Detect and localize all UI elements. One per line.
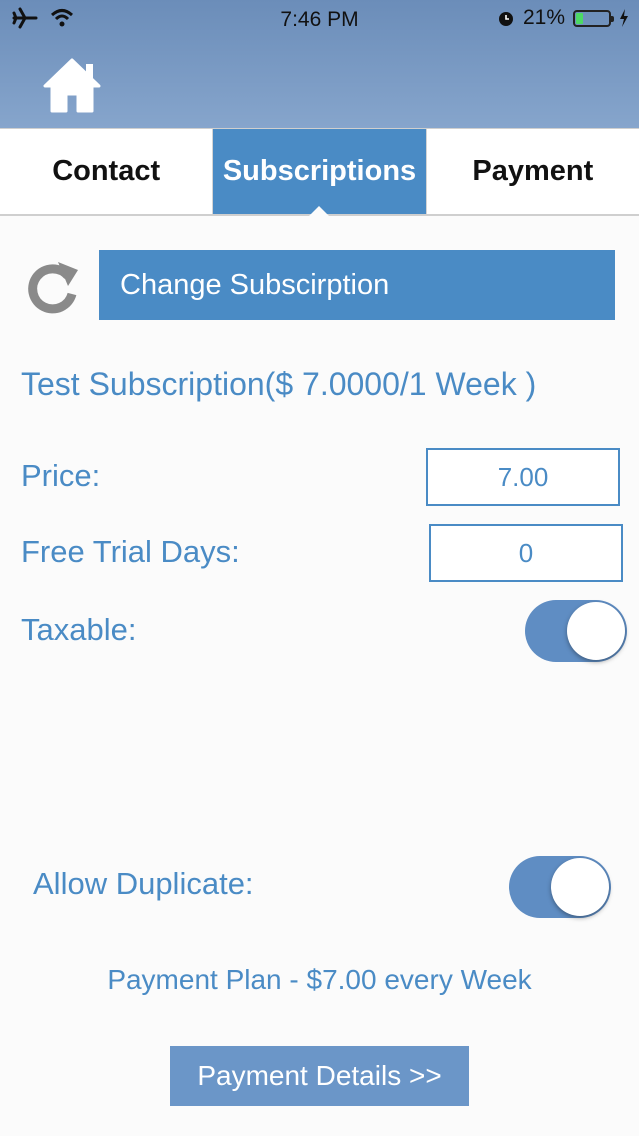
charging-bolt-icon bbox=[620, 9, 628, 27]
taxable-label: Taxable: bbox=[21, 612, 137, 647]
tab-bar: Contact Subscriptions Payment bbox=[0, 128, 639, 216]
home-icon[interactable] bbox=[42, 56, 102, 114]
toggle-knob bbox=[567, 602, 625, 660]
status-bar: 7:46 PM 21% bbox=[0, 0, 639, 40]
allow-duplicate-label: Allow Duplicate: bbox=[33, 866, 254, 901]
subscription-title: Test Subscription($ 7.0000/1 Week ) bbox=[21, 366, 537, 402]
alarm-icon bbox=[498, 12, 513, 26]
tab-payment[interactable]: Payment bbox=[427, 129, 639, 214]
payment-plan-text: Payment Plan - $7.00 every Week bbox=[107, 964, 532, 995]
change-subscription-button[interactable]: Change Subscirption bbox=[99, 250, 615, 320]
free-trial-days-label: Free Trial Days: bbox=[21, 534, 240, 569]
app-header: 7:46 PM 21% bbox=[0, 0, 639, 128]
tab-contact[interactable]: Contact bbox=[0, 129, 214, 214]
status-right: 21% bbox=[497, 6, 629, 30]
payment-details-button[interactable]: Payment Details >> bbox=[170, 1046, 469, 1106]
allow-duplicate-toggle[interactable] bbox=[509, 856, 611, 918]
price-field[interactable] bbox=[426, 448, 620, 506]
toggle-knob bbox=[551, 858, 609, 916]
battery-icon bbox=[573, 9, 614, 27]
tab-subscriptions[interactable]: Subscriptions bbox=[213, 129, 427, 214]
refresh-icon[interactable] bbox=[24, 256, 82, 318]
free-trial-days-field[interactable] bbox=[429, 524, 623, 582]
price-label: Price: bbox=[21, 458, 101, 493]
taxable-toggle[interactable] bbox=[525, 600, 627, 662]
battery-level bbox=[576, 12, 583, 24]
battery-percent: 21% bbox=[522, 6, 565, 29]
